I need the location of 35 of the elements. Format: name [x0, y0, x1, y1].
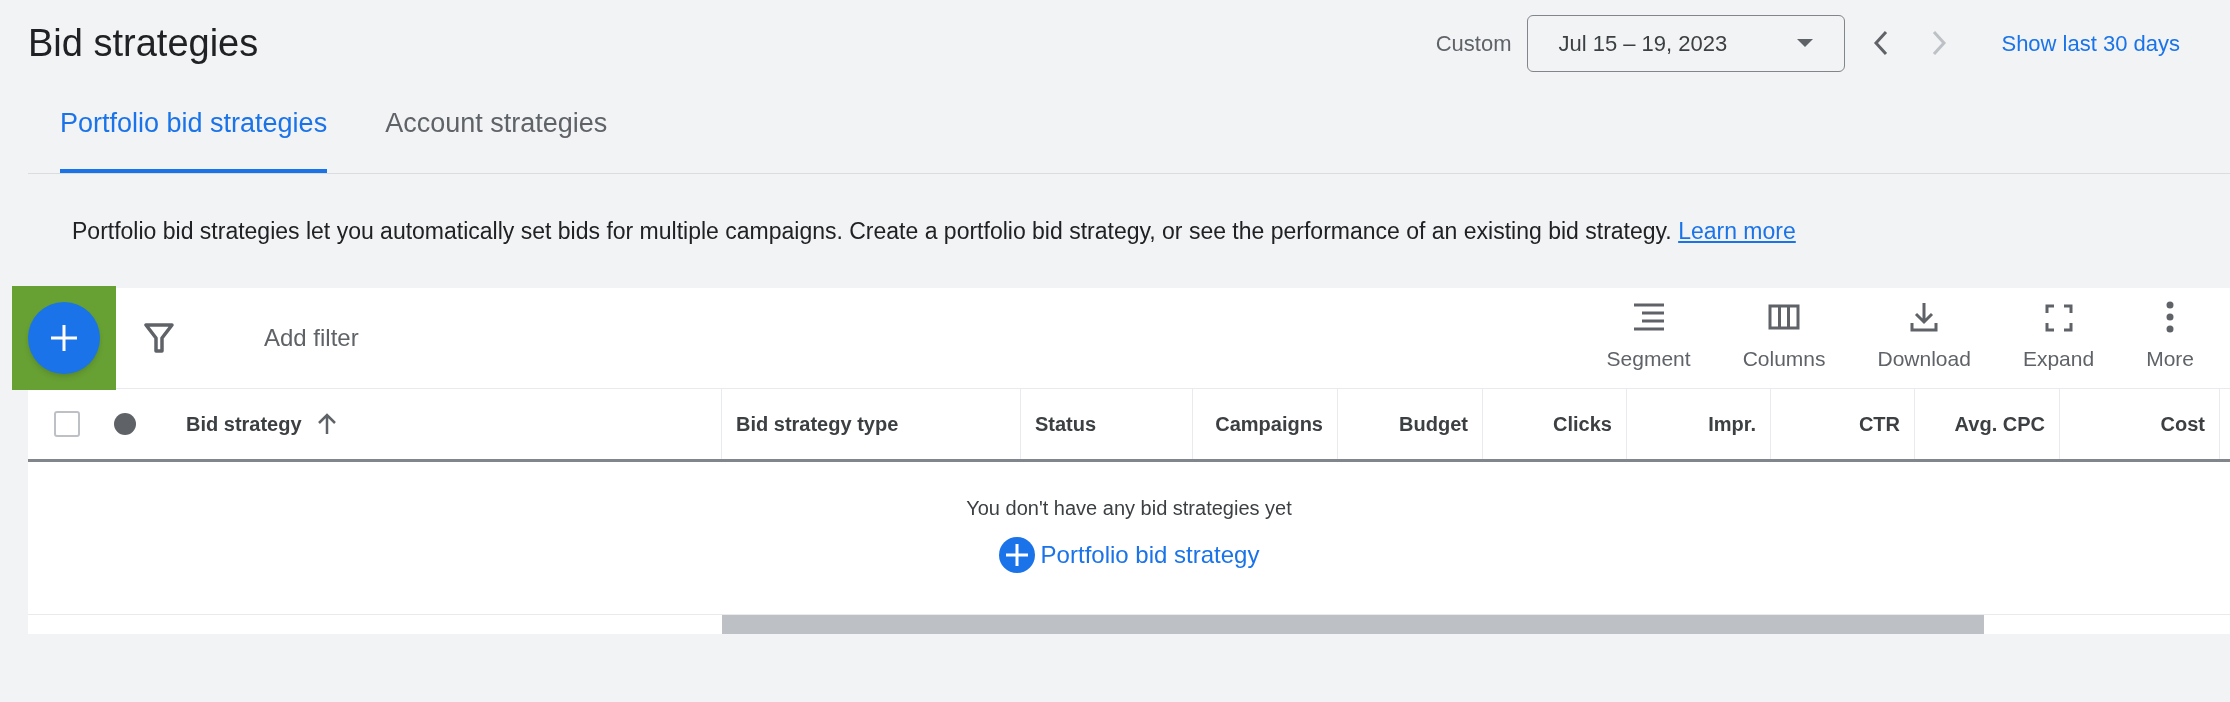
column-header[interactable]: Budget — [1399, 409, 1468, 439]
date-range-dropdown[interactable]: Jul 15 – 19, 2023 — [1527, 14, 1846, 72]
plus-circle-icon — [998, 537, 1035, 573]
scrollbar-thumb[interactable] — [722, 615, 1984, 634]
columns-button[interactable]: Columns — [1716, 301, 1852, 375]
dropdown-caret-icon — [1796, 38, 1815, 48]
date-range-label: Custom — [1435, 29, 1512, 58]
column-header[interactable]: Impr. — [1708, 409, 1756, 439]
select-all-checkbox[interactable] — [54, 411, 80, 437]
column-header[interactable]: Clicks — [1553, 409, 1612, 439]
more-button[interactable]: More — [2120, 301, 2220, 375]
learn-more-link[interactable]: Learn more — [1678, 217, 1796, 244]
add-filter-field[interactable]: Add filter — [264, 320, 1581, 356]
segment-button[interactable]: Segment — [1580, 301, 1717, 375]
column-header[interactable]: Bid strategy — [186, 409, 302, 439]
column-header[interactable]: Status — [1035, 409, 1097, 439]
download-button[interactable]: Download — [1851, 301, 1997, 375]
segment-icon — [1631, 301, 1666, 334]
filter-icon[interactable] — [144, 322, 174, 354]
expand-button[interactable]: Expand — [1996, 301, 2121, 375]
tab[interactable]: Account strategies — [385, 102, 608, 173]
tab[interactable]: Portfolio bid strategies — [60, 102, 328, 173]
column-header[interactable]: Avg. CPC — [1954, 409, 2045, 439]
column-header[interactable]: Campaigns — [1215, 409, 1323, 439]
column-header[interactable]: Bid strategy type — [736, 409, 899, 439]
show-last-30-days-link[interactable]: Show last 30 days — [2001, 26, 2180, 60]
add-portfolio-bid-strategy-button[interactable]: Portfolio bid strategy — [998, 537, 1260, 573]
plus-icon — [49, 323, 79, 353]
more-icon — [2166, 301, 2175, 334]
column-header[interactable]: CTR — [1858, 409, 1900, 439]
page-title: Bid strategies — [28, 20, 260, 66]
column-header[interactable]: Cost — [2160, 409, 2205, 439]
add-button[interactable] — [28, 302, 100, 374]
description-text: Portfolio bid strategies let you automatically set bids for multiple campaigns. Create a portfolio bid strategy, or see the performance of an existing bid strategy. Learn more — [72, 216, 1796, 246]
empty-state-message: You don't have any bid strategies yet — [966, 496, 1292, 521]
